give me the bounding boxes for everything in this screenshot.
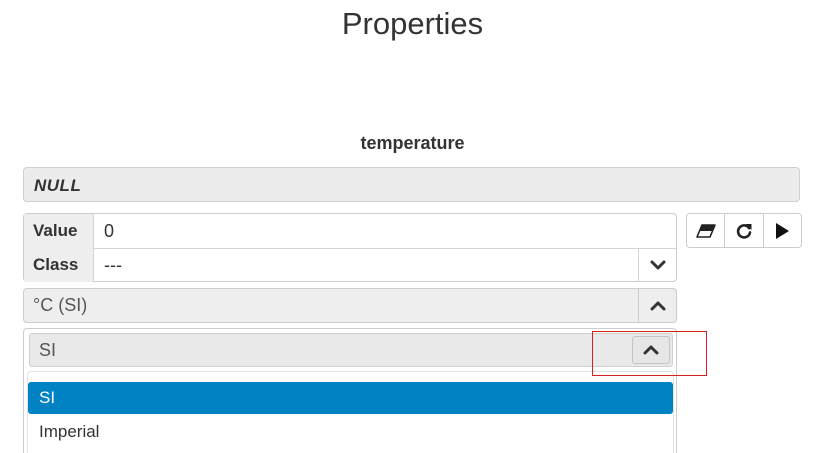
play-button[interactable] — [764, 214, 801, 247]
value-row: Value 0 — [24, 214, 676, 249]
class-select-value[interactable]: --- — [104, 248, 122, 282]
refresh-button[interactable] — [725, 214, 764, 247]
property-fields: Value 0 Class --- — [23, 213, 677, 282]
class-dropdown-toggle[interactable] — [638, 248, 676, 282]
option-si[interactable]: SI — [28, 382, 673, 414]
value-input[interactable]: 0 — [104, 214, 114, 248]
value-label: Value — [24, 214, 94, 248]
unit-dropdown-value: °C (SI) — [33, 295, 88, 315]
unit-system-options-list: SI Imperial — [27, 371, 674, 453]
class-label: Class — [24, 248, 94, 282]
properties-page: Properties temperature NULL Value 0 Clas… — [0, 0, 821, 453]
eraser-icon — [695, 223, 716, 238]
unit-system-dropdown[interactable]: SI — [29, 333, 673, 367]
refresh-icon — [736, 223, 752, 239]
action-toolbar — [686, 213, 802, 248]
null-label: NULL — [34, 176, 82, 195]
unit-system-dropdown-panel: SI SI Imperial — [23, 328, 677, 453]
null-value-bar[interactable]: NULL — [23, 167, 800, 202]
chevron-down-icon — [650, 260, 665, 270]
play-icon — [776, 222, 790, 239]
unit-system-dropdown-value: SI — [39, 340, 57, 360]
option-imperial[interactable]: Imperial — [28, 416, 673, 448]
unit-dropdown[interactable]: °C (SI) — [23, 288, 677, 323]
page-title: Properties — [341, 6, 484, 41]
property-name-heading: temperature — [360, 133, 465, 153]
class-row[interactable]: Class --- — [24, 248, 676, 282]
annotation-highlight-box — [592, 331, 707, 376]
eraser-button[interactable] — [687, 214, 726, 247]
unit-dropdown-toggle[interactable] — [638, 289, 676, 322]
chevron-up-icon — [650, 301, 665, 310]
